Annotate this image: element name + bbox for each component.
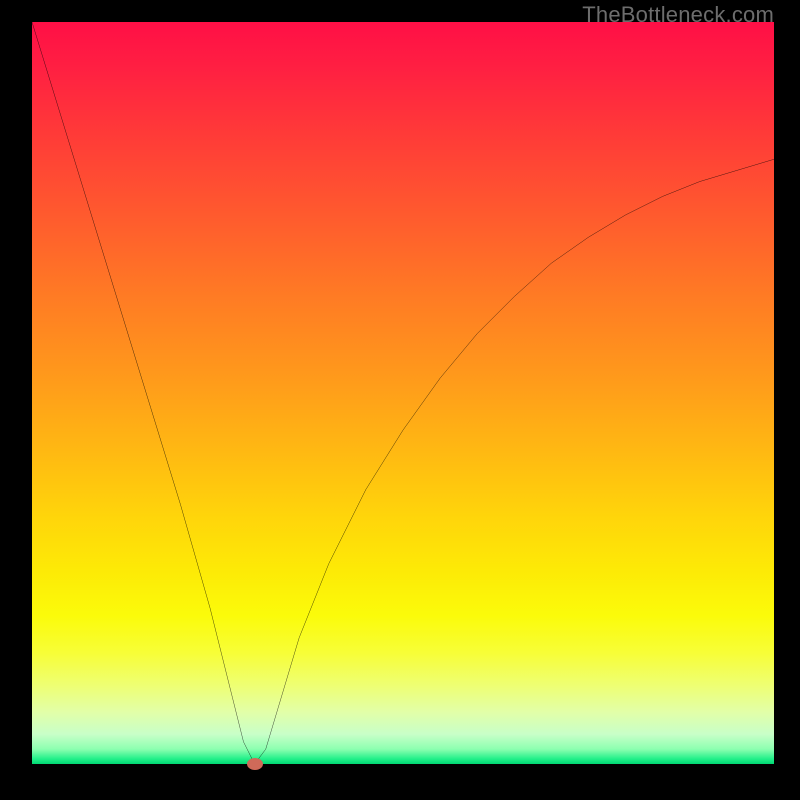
bottleneck-curve	[32, 22, 774, 764]
curve-layer	[32, 22, 774, 764]
optimal-point-marker	[247, 758, 263, 770]
chart-stage: TheBottleneck.com	[0, 0, 800, 800]
attribution-text: TheBottleneck.com	[582, 2, 774, 28]
